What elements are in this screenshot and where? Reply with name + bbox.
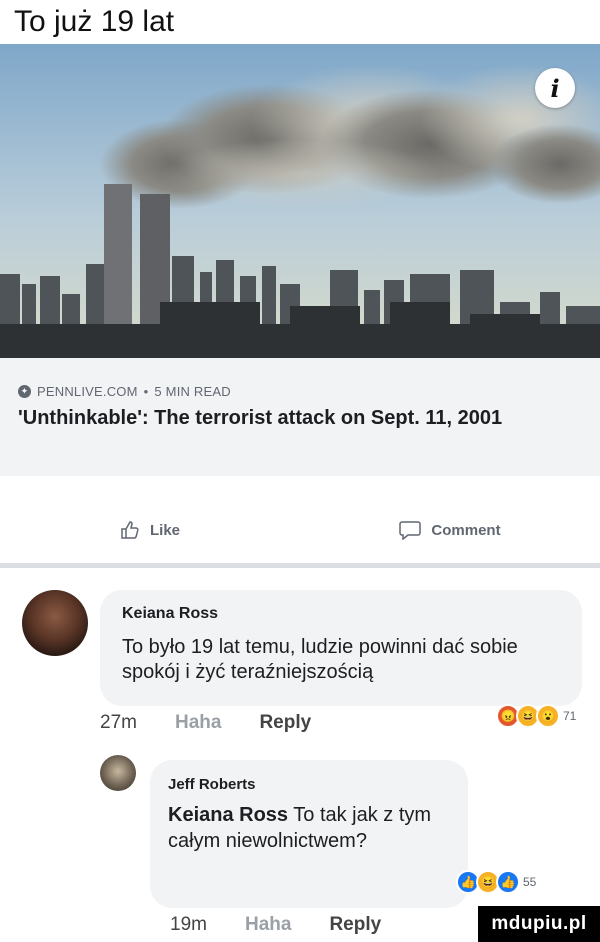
watermark-logo: mdupiu.pl	[478, 906, 600, 942]
post-caption: To już 19 lat	[0, 0, 600, 44]
comment-meta: 27m Haha Reply	[100, 712, 311, 734]
reply-button[interactable]: Reply	[329, 914, 381, 936]
link-source: PENNLIVE.COM	[37, 384, 138, 399]
comment-author[interactable]: Keiana Ross	[122, 605, 218, 623]
link-title[interactable]: 'Unthinkable': The terrorist attack on S…	[18, 404, 588, 433]
like-reaction-icon: 👍	[496, 870, 520, 894]
wow-reaction-icon: 😮	[536, 704, 560, 728]
haha-reaction-button[interactable]: Haha	[175, 712, 221, 734]
reply-bubble[interactable]: Jeff Roberts Keiana Ross To tak jak z ty…	[150, 760, 468, 908]
like-button[interactable]: Like	[0, 520, 300, 540]
comment-bubble[interactable]: Keiana Ross To było 19 lat temu, ludzie …	[100, 590, 582, 706]
post-actions-bar: Like Comment	[0, 500, 600, 560]
comment-meta: 19m Haha Reply	[170, 914, 381, 936]
comment-author[interactable]: Jeff Roberts	[168, 776, 256, 793]
reply-button[interactable]: Reply	[259, 712, 311, 734]
avatar[interactable]	[22, 590, 88, 656]
meta-separator: •	[143, 384, 149, 399]
skyline-smoke-image	[0, 44, 600, 358]
reaction-count: 55	[523, 875, 537, 889]
comment-text: To było 19 lat temu, ludzie powinni dać …	[122, 636, 518, 683]
reaction-summary[interactable]: 😠 😆 😮 71	[496, 704, 577, 728]
reaction-summary[interactable]: 👍 😆 👍 55	[456, 870, 537, 894]
mention-tag[interactable]: Keiana Ross	[168, 804, 288, 826]
link-read-time: 5 MIN READ	[154, 384, 231, 399]
comment-icon	[399, 521, 422, 540]
reaction-count: 71	[563, 709, 577, 723]
post-photo[interactable]	[0, 44, 600, 358]
reply-body: Keiana Ross To tak jak z tym całym niewo…	[168, 802, 448, 854]
comment-time: 19m	[170, 914, 207, 935]
link-source-meta: ✦ PENNLIVE.COM • 5 MIN READ	[18, 384, 231, 399]
thumbs-up-icon	[121, 521, 139, 539]
info-icon[interactable]: i	[535, 68, 575, 108]
comment-time: 27m	[100, 712, 137, 733]
haha-reaction-button[interactable]: Haha	[245, 914, 291, 936]
comment-label: Comment	[431, 521, 501, 539]
comment-button[interactable]: Comment	[300, 520, 600, 540]
like-label: Like	[149, 521, 180, 539]
section-divider	[0, 563, 600, 568]
globe-icon: ✦	[18, 385, 31, 398]
avatar[interactable]	[100, 755, 136, 791]
